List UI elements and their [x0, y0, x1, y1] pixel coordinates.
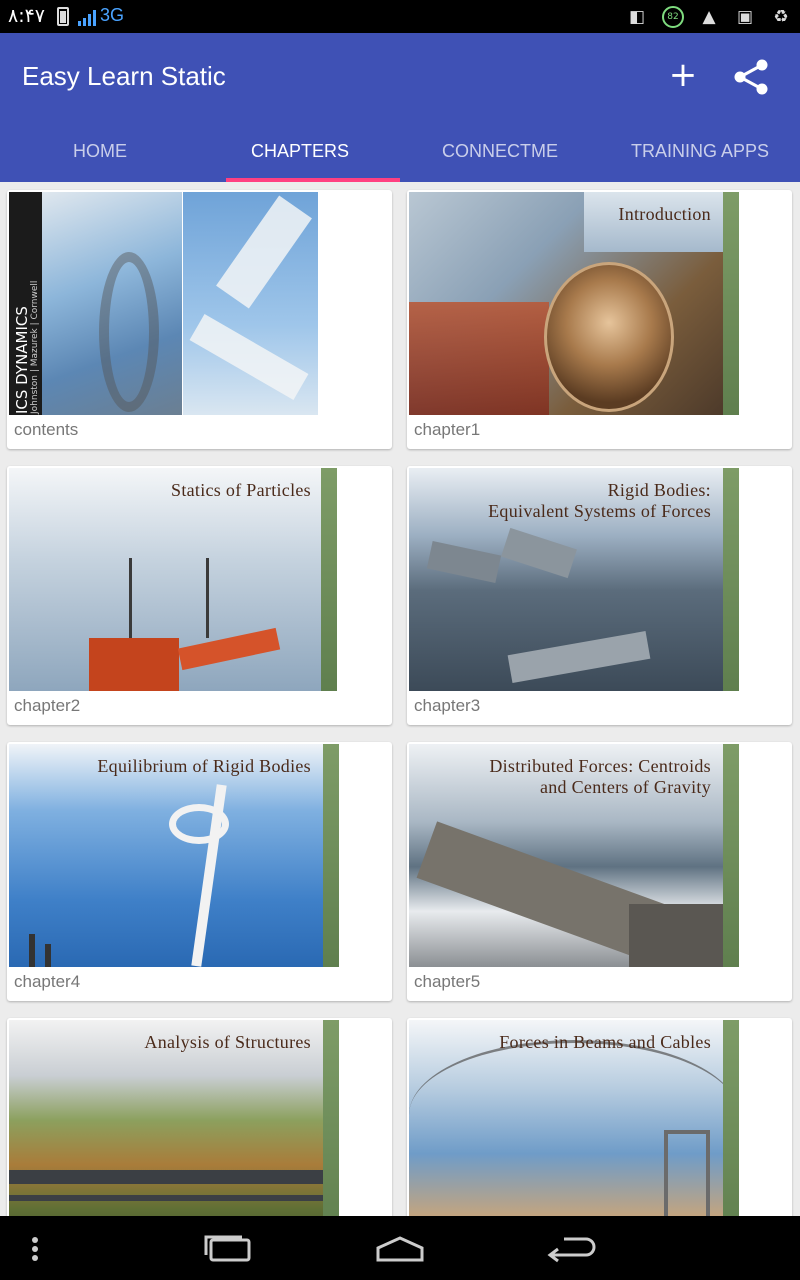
cover-strip [321, 468, 337, 691]
card-chapter1[interactable]: Introduction chapter1 [407, 190, 792, 449]
card-chapter6[interactable]: Analysis of Structures [7, 1018, 392, 1216]
cover-image: Rigid Bodies: Equivalent Systems of Forc… [409, 468, 739, 691]
card-chapter4[interactable]: Equilibrium of Rigid Bodies chapter4 [7, 742, 392, 1001]
system-nav-bar [0, 1216, 800, 1280]
cover-title: Rigid Bodies: Equivalent Systems of Forc… [488, 480, 711, 521]
signal-icon [78, 10, 96, 26]
cover-image: Introduction [409, 192, 739, 415]
back-icon[interactable] [544, 1232, 596, 1266]
tab-training-apps[interactable]: TRAINING APPS [600, 129, 800, 182]
cover-strip [723, 744, 739, 967]
cover-strip [723, 192, 739, 415]
cover-image: Forces in Beams and Cables [409, 1020, 739, 1216]
tab-home[interactable]: HOME [0, 129, 200, 182]
card-chapter2[interactable]: Statics of Particles chapter2 [7, 466, 392, 725]
chapters-grid: ICS DYNAMICS Johnston | Mazurek | Cornwe… [0, 182, 800, 1216]
cover-title: Introduction [618, 204, 711, 224]
spine-title: ICS DYNAMICS [13, 306, 31, 414]
app-title: Easy Learn Static [22, 61, 226, 91]
tab-connectme[interactable]: CONNECTME [400, 129, 600, 182]
status-time: ۸:۴۷ [8, 5, 46, 27]
warning-icon: ▲ [702, 7, 716, 27]
cover-title: Equilibrium of Rigid Bodies [97, 756, 311, 776]
battery-saver-badge: 82 [662, 6, 684, 28]
network-type: 3G [100, 5, 125, 25]
card-contents[interactable]: ICS DYNAMICS Johnston | Mazurek | Cornwe… [7, 190, 392, 449]
menu-dots-icon[interactable] [30, 1236, 40, 1262]
cover-image: Statics of Particles [9, 468, 337, 691]
sync-icon: ♻ [773, 7, 789, 27]
cover-title: Analysis of Structures [144, 1032, 311, 1052]
cover-strip [323, 744, 339, 967]
recent-apps-icon[interactable] [202, 1232, 254, 1266]
cover-strip [323, 1020, 339, 1216]
cover-image: Distributed Forces: Centroids and Center… [409, 744, 739, 967]
spine-authors: Johnston | Mazurek | Cornwell [30, 280, 40, 414]
cover-image: Equilibrium of Rigid Bodies [9, 744, 339, 967]
tab-label: CHAPTERS [250, 141, 349, 161]
tab-chapters[interactable]: CHAPTERS [200, 129, 400, 182]
card-label: chapter5 [414, 972, 481, 991]
cover-strip [723, 1020, 739, 1216]
share-icon[interactable] [732, 57, 770, 97]
card-label: chapter3 [414, 696, 481, 715]
battery-icon [57, 7, 69, 26]
card-chapter7[interactable]: Forces in Beams and Cables [407, 1018, 792, 1216]
card-label: chapter4 [14, 972, 81, 991]
image-icon: ▣ [736, 7, 754, 27]
tab-bar: HOME CHAPTERS CONNECTME TRAINING APPS [0, 129, 800, 182]
cover-image: ICS DYNAMICS Johnston | Mazurek | Cornwe… [9, 192, 318, 415]
cover-title: Distributed Forces: Centroids and Center… [489, 756, 711, 797]
status-bar: ۸:۴۷ 3G ◧ 82 ▲ ▣ ♻ [0, 0, 800, 33]
cover-title: Statics of Particles [171, 480, 311, 500]
cover-image: Analysis of Structures [9, 1020, 339, 1216]
home-icon[interactable] [374, 1232, 426, 1266]
sim-icon: ◧ [628, 7, 646, 27]
tab-label: TRAINING APPS [630, 141, 770, 161]
card-chapter3[interactable]: Rigid Bodies: Equivalent Systems of Forc… [407, 466, 792, 725]
cover-title: Forces in Beams and Cables [499, 1032, 711, 1052]
tab-label: HOME [73, 141, 127, 161]
cover-strip [723, 468, 739, 691]
card-label: chapter1 [414, 420, 481, 439]
card-label: chapter2 [14, 696, 81, 715]
card-chapter5[interactable]: Distributed Forces: Centroids and Center… [407, 742, 792, 1001]
card-label: contents [14, 420, 79, 439]
add-icon[interactable]: + [668, 57, 698, 93]
app-bar: Easy Learn Static + HOME CHAPTERS CONNEC… [0, 33, 800, 182]
tab-label: CONNECTME [442, 141, 558, 161]
